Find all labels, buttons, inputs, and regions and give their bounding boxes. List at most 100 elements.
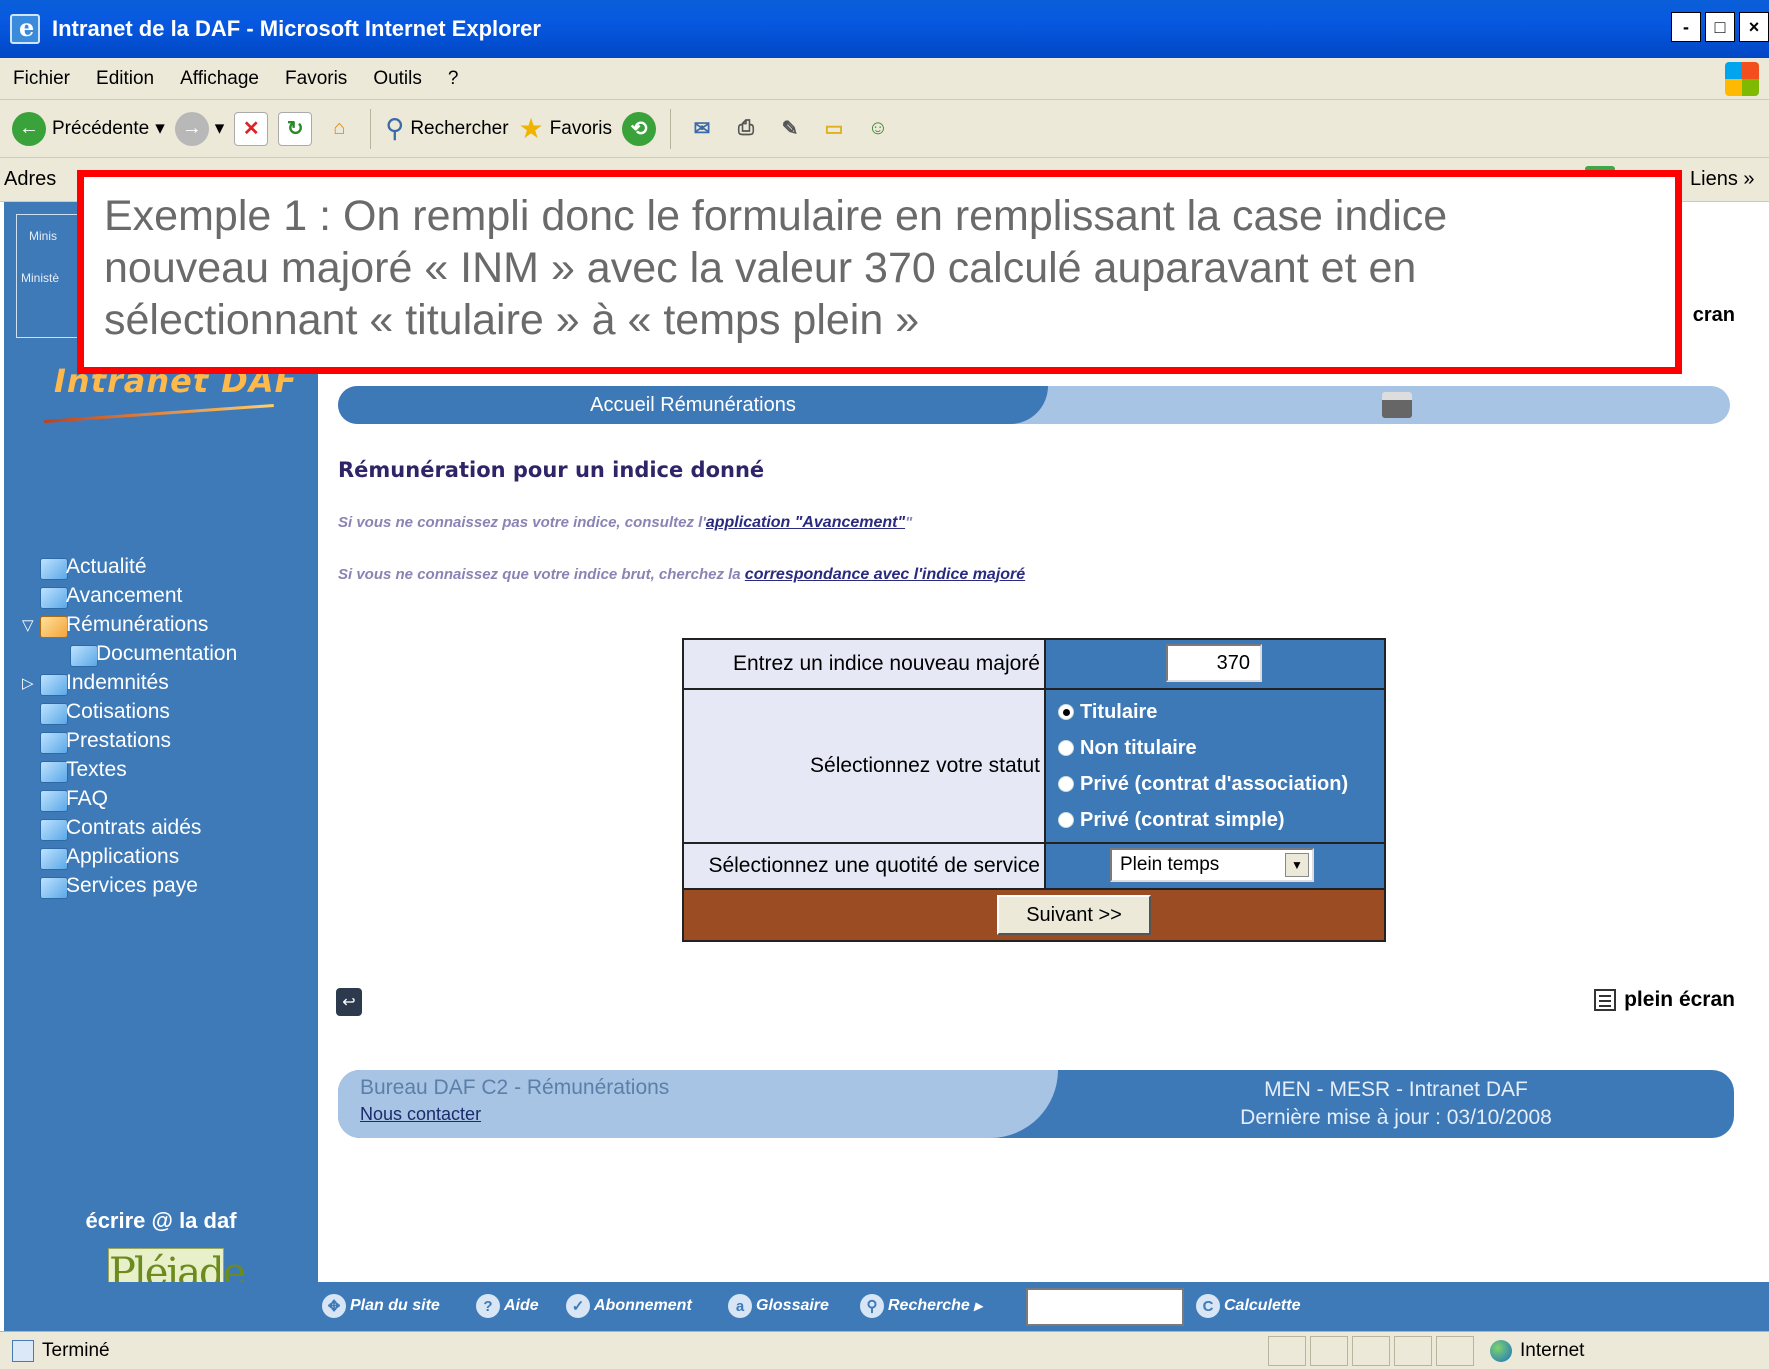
radio-titulaire[interactable]: Titulaire <box>1046 694 1384 730</box>
print-icon[interactable]: ⎙ <box>729 112 763 146</box>
radio-dot[interactable] <box>1058 740 1074 756</box>
plan-du-site-link[interactable]: ✥ Plan du site <box>322 1294 440 1318</box>
info-correspondance-text: Si vous ne connaissez que votre indice b… <box>338 566 745 583</box>
folder-icon <box>40 558 68 580</box>
back-button[interactable]: ← Précédente ▾ <box>12 111 165 146</box>
quotite-select[interactable]: Plein temps ▼ <box>1110 848 1314 882</box>
plein-ecran-top-link[interactable]: cran <box>1693 304 1735 327</box>
plein-ecran-link[interactable]: plein écran <box>1594 988 1735 1012</box>
bottom-link-label: Glossaire <box>756 1297 829 1314</box>
contact-link[interactable]: Nous contacter <box>360 1104 1058 1125</box>
back-dropdown-icon[interactable]: ▾ <box>155 117 165 140</box>
remuneration-form: Entrez un indice nouveau majoré Sélectio… <box>682 638 1386 942</box>
refresh-icon[interactable]: ↻ <box>278 111 313 146</box>
collapse-arrow-icon[interactable]: ▷ <box>22 674 34 692</box>
favorites-label: Favoris <box>549 117 612 139</box>
home-icon[interactable]: ⌂ <box>322 112 356 146</box>
radio-dot[interactable] <box>1058 812 1074 828</box>
bottom-links-bar: ✥ Plan du site ? Aide ✓ Abonnement a Glossai… <box>4 1282 1769 1331</box>
forward-dropdown-icon[interactable]: ▾ <box>215 117 225 140</box>
bottom-search-input[interactable] <box>1026 1288 1184 1326</box>
back-page-icon[interactable]: ↩ <box>336 988 362 1016</box>
aide-link[interactable]: ? Aide <box>476 1294 539 1318</box>
edit-icon[interactable]: ✎ <box>773 112 807 146</box>
abonnement-link[interactable]: ✓ Abonnement <box>566 1294 692 1318</box>
mail-icon[interactable]: ✉ <box>685 112 719 146</box>
quotite-cell: Plein temps ▼ <box>1046 844 1384 888</box>
status-cell <box>1436 1336 1474 1366</box>
folder-icon <box>40 703 68 725</box>
bottom-link-label: Abonnement <box>594 1297 692 1314</box>
search-button[interactable]: ⚲ Rechercher <box>385 113 508 144</box>
chevron-down-icon[interactable]: ▼ <box>1285 853 1309 877</box>
menu-affichage[interactable]: Affichage <box>167 68 272 90</box>
windows-logo-icon <box>1725 62 1759 96</box>
calculette-link[interactable]: C Calculette <box>1196 1294 1300 1318</box>
menu-bar: Fichier Edition Affichage Favoris Outils… <box>0 58 1769 100</box>
statut-row: Sélectionnez votre statut Titulaire Non … <box>684 690 1384 844</box>
globe-icon <box>1490 1340 1512 1362</box>
window-titlebar: Intranet de la DAF - Microsoft Internet … <box>0 0 1769 58</box>
menu-outils[interactable]: Outils <box>360 68 435 90</box>
info-correspondance: Si vous ne connaissez que votre indice b… <box>338 566 1025 584</box>
expand-arrow-icon[interactable]: ▽ <box>22 616 34 634</box>
favorites-button[interactable]: ★ Favoris <box>519 112 612 145</box>
close-button[interactable]: × <box>1739 12 1769 42</box>
stop-icon[interactable]: ✕ <box>234 111 269 146</box>
folder-icon <box>40 674 68 696</box>
radio-dot-selected[interactable] <box>1058 704 1074 720</box>
quotite-row: Sélectionnez une quotité de service Plei… <box>684 844 1384 890</box>
folder-icon[interactable]: ▭ <box>817 112 851 146</box>
suivant-button[interactable]: Suivant >> <box>997 895 1151 935</box>
info-avancement: Si vous ne connaissez pas votre indice, … <box>338 514 912 532</box>
printer-icon[interactable] <box>1382 392 1412 418</box>
breadcrumb[interactable]: Accueil Rémunérations <box>338 386 1048 424</box>
inm-input[interactable] <box>1166 644 1262 682</box>
footer-updated: Dernière mise à jour : 03/10/2008 <box>1240 1106 1552 1129</box>
ecrire-link[interactable]: écrire @ la daf <box>4 1208 318 1234</box>
folder-icon <box>40 877 68 899</box>
sidebar-item-label: Rémunérations <box>66 613 209 636</box>
back-arrow-icon: ← <box>12 111 46 146</box>
sidebar-item-label: Actualité <box>66 555 147 578</box>
inm-cell <box>1046 640 1384 688</box>
folder-icon <box>40 761 68 783</box>
search-label: Rechercher <box>410 117 509 139</box>
maximize-button[interactable]: □ <box>1705 12 1735 42</box>
status-cell <box>1310 1336 1348 1366</box>
links-button[interactable]: Liens » <box>1690 168 1755 191</box>
radio-prive-association[interactable]: Privé (contrat d'association) <box>1046 766 1384 802</box>
info-avancement-text: Si vous ne connaissez pas votre indice, … <box>338 514 706 531</box>
annotation-line: nouveau majoré « INM » avec la valeur 37… <box>104 244 1417 292</box>
calculator-icon: C <box>1196 1294 1220 1318</box>
forward-arrow-icon: → <box>174 111 209 146</box>
messenger-icon[interactable]: ☺ <box>861 112 895 146</box>
glossaire-link[interactable]: a Glossaire <box>728 1294 829 1318</box>
ie-icon <box>10 13 40 44</box>
correspondance-link[interactable]: correspondance avec l'indice majoré <box>745 566 1025 583</box>
ministry-label-bottom: Ministè <box>21 271 60 285</box>
status-cell <box>1268 1336 1306 1366</box>
quotite-value: Plein temps <box>1120 854 1220 875</box>
menu-help[interactable]: ? <box>435 68 472 90</box>
radio-dot[interactable] <box>1058 776 1074 792</box>
back-label: Précédente <box>52 117 150 139</box>
forward-button[interactable]: → ▾ <box>174 111 225 146</box>
status-text: Terminé <box>42 1340 110 1361</box>
help-icon: ? <box>476 1294 500 1318</box>
menu-edition[interactable]: Edition <box>83 68 167 90</box>
zone-label: Internet <box>1520 1340 1585 1361</box>
menu-favoris[interactable]: Favoris <box>272 68 360 90</box>
recherche-link[interactable]: ⚲ Recherche ▸ <box>860 1294 982 1318</box>
logo-swoosh <box>44 403 274 424</box>
history-icon[interactable]: ⟲ <box>621 111 656 146</box>
minimize-button[interactable]: - <box>1671 12 1701 42</box>
radio-non-titulaire[interactable]: Non titulaire <box>1046 730 1384 766</box>
check-icon: ✓ <box>566 1294 590 1318</box>
avancement-link[interactable]: application "Avancement" <box>706 514 905 531</box>
menu-fichier[interactable]: Fichier <box>0 68 83 90</box>
radio-prive-simple[interactable]: Privé (contrat simple) <box>1046 802 1384 838</box>
browser-toolbar: ← Précédente ▾ → ▾ ✕ ↻ ⌂ ⚲ Rechercher ★ … <box>0 100 1769 158</box>
page-footer: Bureau DAF C2 - Rémunérations Nous conta… <box>338 1070 1734 1138</box>
radio-label: Privé (contrat d'association) <box>1080 772 1349 795</box>
